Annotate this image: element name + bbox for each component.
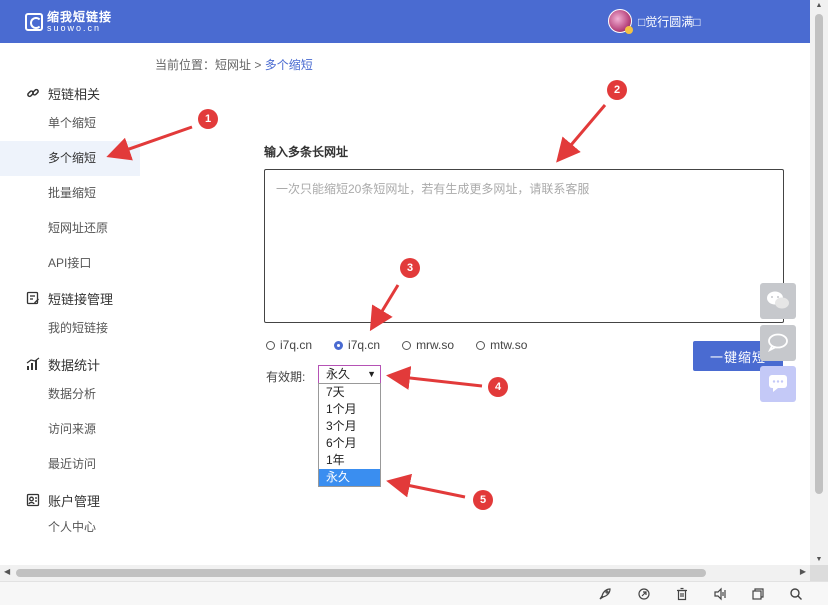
search-icon[interactable]: [788, 586, 804, 602]
horizontal-scrollbar[interactable]: ◀ ▶: [0, 565, 810, 581]
scroll-up-icon[interactable]: ▲: [810, 2, 828, 9]
browser-bottom-toolbar: [0, 581, 828, 605]
annotation-marker-3: 3: [400, 258, 420, 278]
scroll-down-icon[interactable]: ▼: [810, 556, 828, 563]
annotation-arrow-1: [106, 125, 193, 161]
volume-icon[interactable]: [712, 586, 728, 602]
annotation-marker-1: 1: [198, 109, 218, 129]
annotation-arrow-5: [386, 473, 466, 499]
annotation-arrow-3: [369, 284, 400, 332]
annotation-marker-5: 5: [473, 490, 493, 510]
trash-icon[interactable]: [674, 586, 690, 602]
refresh-icon[interactable]: [636, 586, 652, 602]
annotation-arrow-2: [556, 104, 607, 163]
vertical-scroll-thumb[interactable]: [815, 14, 823, 494]
scroll-right-icon[interactable]: ▶: [800, 567, 806, 576]
annotation-arrow-4: [386, 366, 483, 390]
annotation-marker-2: 2: [607, 80, 627, 100]
horizontal-scroll-thumb[interactable]: [16, 569, 706, 577]
scroll-left-icon[interactable]: ◀: [4, 567, 10, 576]
window-icon[interactable]: [750, 586, 766, 602]
rocket-icon[interactable]: [597, 586, 613, 602]
scrollbar-corner: [810, 565, 828, 581]
annotation-arrows: [106, 104, 607, 499]
annotation-marker-4: 4: [488, 377, 508, 397]
vertical-scrollbar[interactable]: ▲ ▼: [810, 0, 828, 565]
